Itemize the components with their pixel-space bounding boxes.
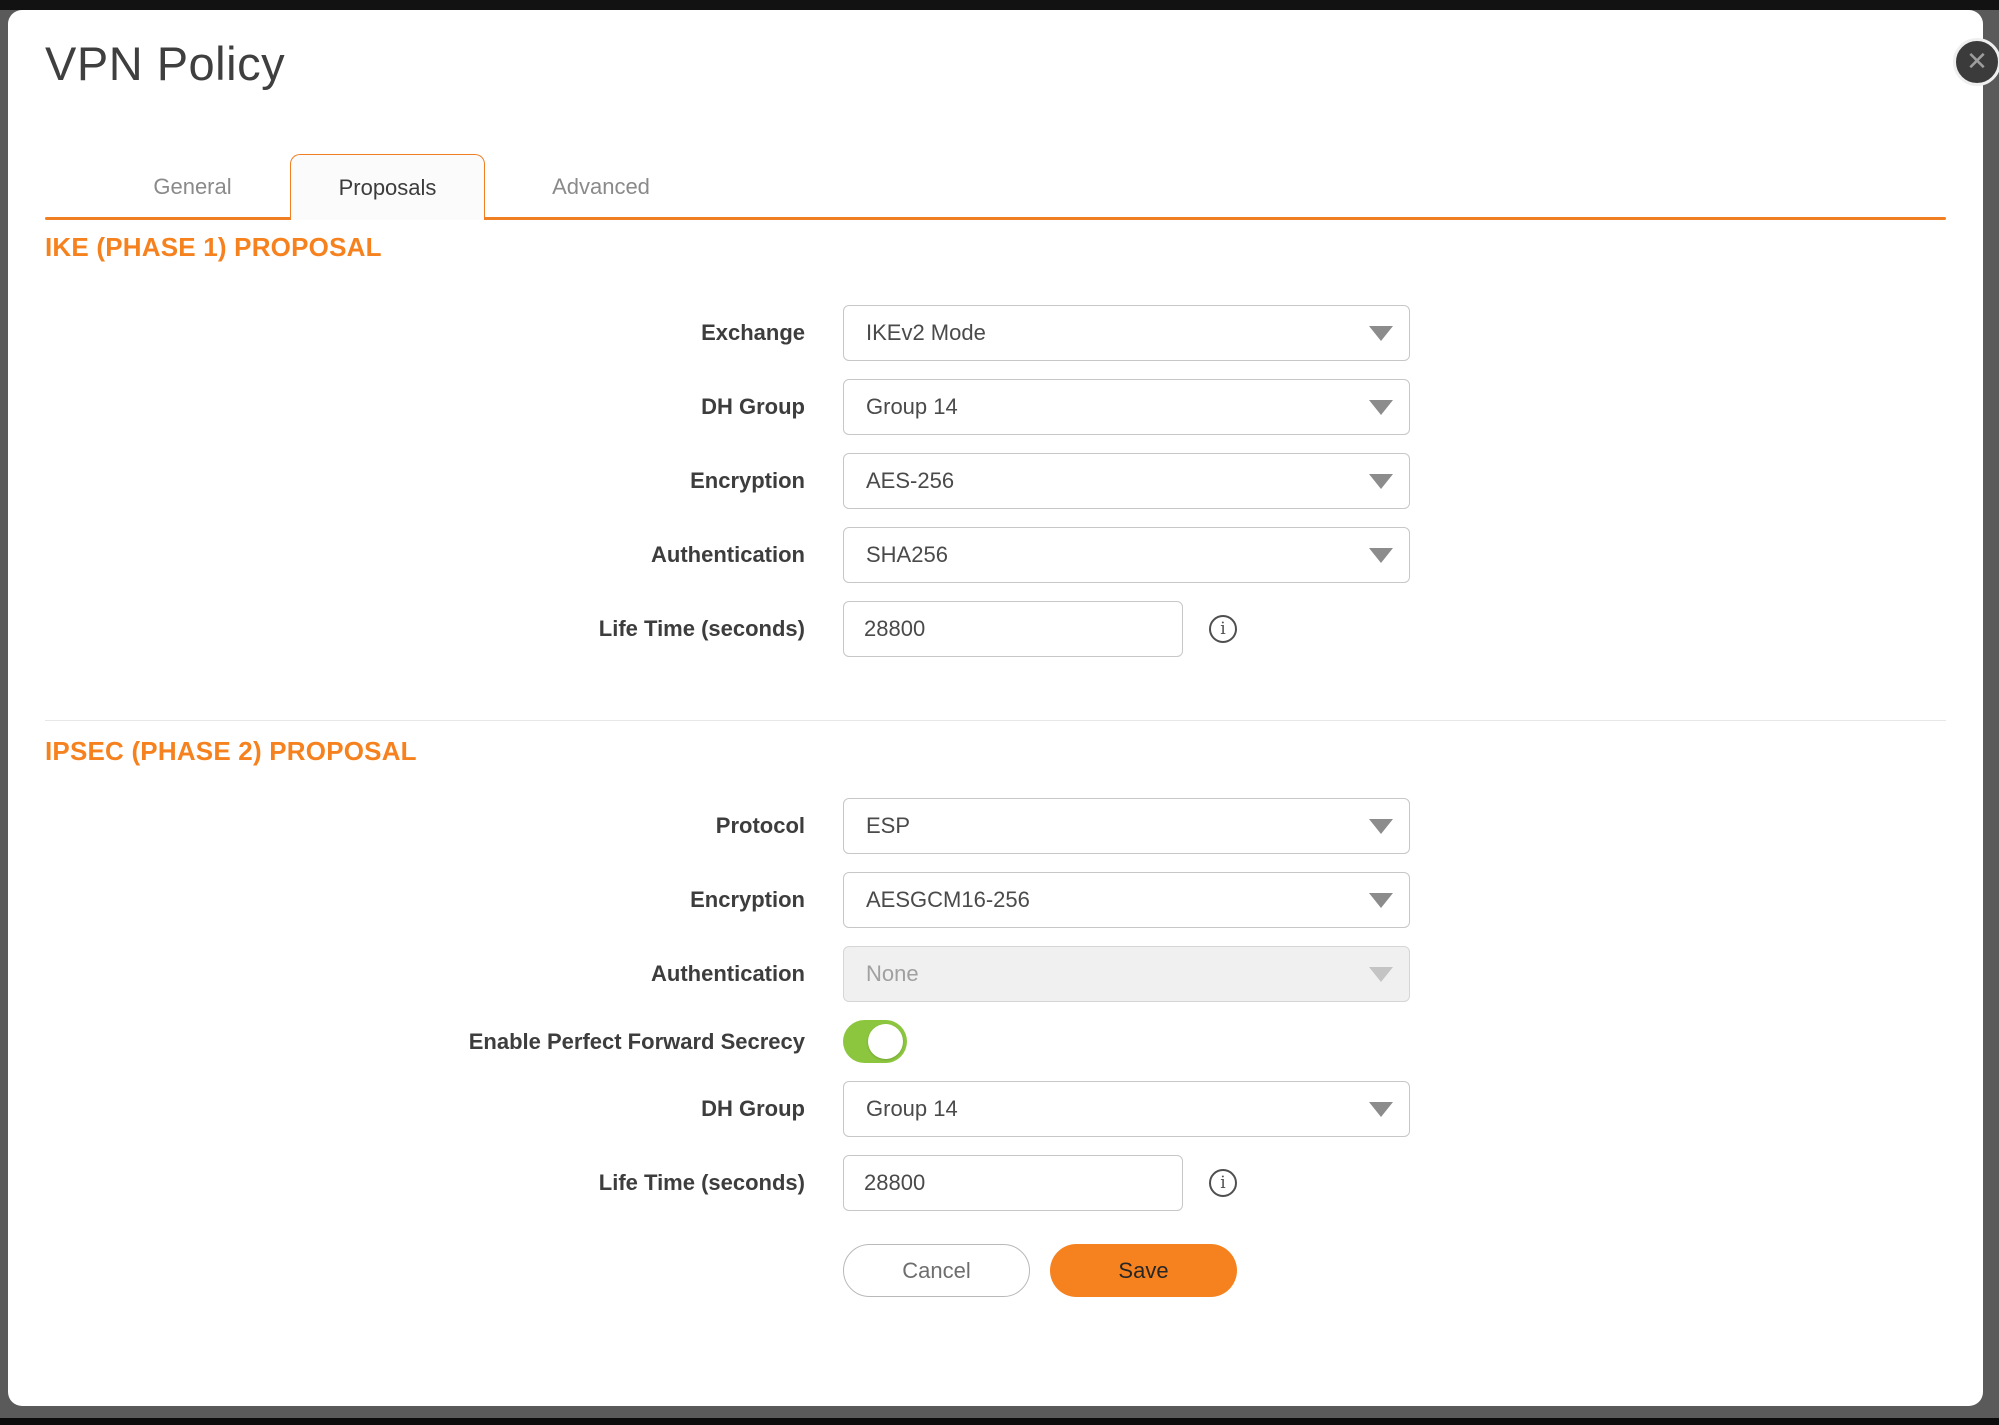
authentication-select[interactable]: SHA256 (843, 527, 1410, 583)
protocol-row: Protocol ESP (45, 798, 1410, 854)
life-time-row: Life Time (seconds) i (45, 601, 1410, 657)
tab-advanced[interactable]: Advanced (485, 154, 717, 220)
chevron-down-icon (1369, 819, 1393, 834)
encryption-row-phase2: Encryption AESGCM16-256 (45, 872, 1410, 928)
bottom-frame-strip (0, 1418, 1999, 1425)
encryption-label-phase2: Encryption (45, 887, 805, 913)
chevron-down-icon (1369, 967, 1393, 982)
protocol-select[interactable]: ESP (843, 798, 1410, 854)
life-time-label-phase2: Life Time (seconds) (45, 1170, 805, 1196)
ipsec-phase2-form: Protocol ESP Encryption AESGCM16-256 Aut… (45, 798, 1410, 1229)
tab-bar: General Proposals Advanced (45, 154, 1946, 220)
cancel-button[interactable]: Cancel (843, 1244, 1030, 1297)
page-title: VPN Policy (45, 36, 285, 91)
pfs-label: Enable Perfect Forward Secrecy (45, 1029, 805, 1055)
encryption-select-phase2[interactable]: AESGCM16-256 (843, 872, 1410, 928)
authentication-row: Authentication SHA256 (45, 527, 1410, 583)
ipsec-life-time-input[interactable] (843, 1155, 1183, 1211)
dialog-footer: Cancel Save (843, 1244, 1237, 1297)
exchange-label: Exchange (45, 320, 805, 346)
pfs-row: Enable Perfect Forward Secrecy (45, 1020, 1410, 1063)
dh-group-select-phase2[interactable]: Group 14 (843, 1081, 1410, 1137)
encryption-row: Encryption AES-256 (45, 453, 1410, 509)
chevron-down-icon (1369, 474, 1393, 489)
tab-proposals-label: Proposals (339, 175, 437, 201)
top-frame-strip (0, 0, 1999, 10)
section-divider (45, 720, 1946, 721)
ike-life-time-input[interactable] (843, 601, 1183, 657)
tab-advanced-label: Advanced (552, 174, 650, 200)
exchange-select[interactable]: IKEv2 Mode (843, 305, 1410, 361)
section-heading-ipsec-phase2: IPSEC (PHASE 2) PROPOSAL (45, 736, 417, 767)
authentication-label-phase2: Authentication (45, 961, 805, 987)
tab-proposals[interactable]: Proposals (290, 154, 485, 220)
encryption-label: Encryption (45, 468, 805, 494)
authentication-label: Authentication (45, 542, 805, 568)
chevron-down-icon (1369, 400, 1393, 415)
tab-general[interactable]: General (95, 154, 290, 220)
exchange-row: Exchange IKEv2 Mode (45, 305, 1410, 361)
section-heading-ike-phase1: IKE (PHASE 1) PROPOSAL (45, 232, 382, 263)
dh-group-label: DH Group (45, 394, 805, 420)
dh-group-row-phase2: DH Group Group 14 (45, 1081, 1410, 1137)
life-time-row-phase2: Life Time (seconds) i (45, 1155, 1410, 1211)
close-button[interactable]: ✕ (1953, 38, 1999, 86)
chevron-down-icon (1369, 893, 1393, 908)
authentication-select-phase2-disabled: None (843, 946, 1410, 1002)
info-icon[interactable]: i (1209, 1169, 1237, 1197)
screen-background: VPN Policy General Proposals Advanced IK… (0, 0, 1999, 1425)
chevron-down-icon (1369, 1102, 1393, 1117)
toggle-knob (868, 1024, 903, 1059)
chevron-down-icon (1369, 326, 1393, 341)
perfect-forward-secrecy-toggle[interactable] (843, 1020, 907, 1063)
close-icon: ✕ (1966, 48, 1988, 74)
encryption-select[interactable]: AES-256 (843, 453, 1410, 509)
dh-group-label-phase2: DH Group (45, 1096, 805, 1122)
protocol-label: Protocol (45, 813, 805, 839)
authentication-row-phase2: Authentication None (45, 946, 1410, 1002)
info-icon[interactable]: i (1209, 615, 1237, 643)
dh-group-row: DH Group Group 14 (45, 379, 1410, 435)
life-time-label: Life Time (seconds) (45, 616, 805, 642)
vpn-policy-dialog: VPN Policy General Proposals Advanced IK… (8, 10, 1983, 1406)
tab-general-label: General (153, 174, 231, 200)
ike-phase1-form: Exchange IKEv2 Mode DH Group Group 14 En… (45, 305, 1410, 675)
save-button[interactable]: Save (1050, 1244, 1237, 1297)
chevron-down-icon (1369, 548, 1393, 563)
dh-group-select[interactable]: Group 14 (843, 379, 1410, 435)
